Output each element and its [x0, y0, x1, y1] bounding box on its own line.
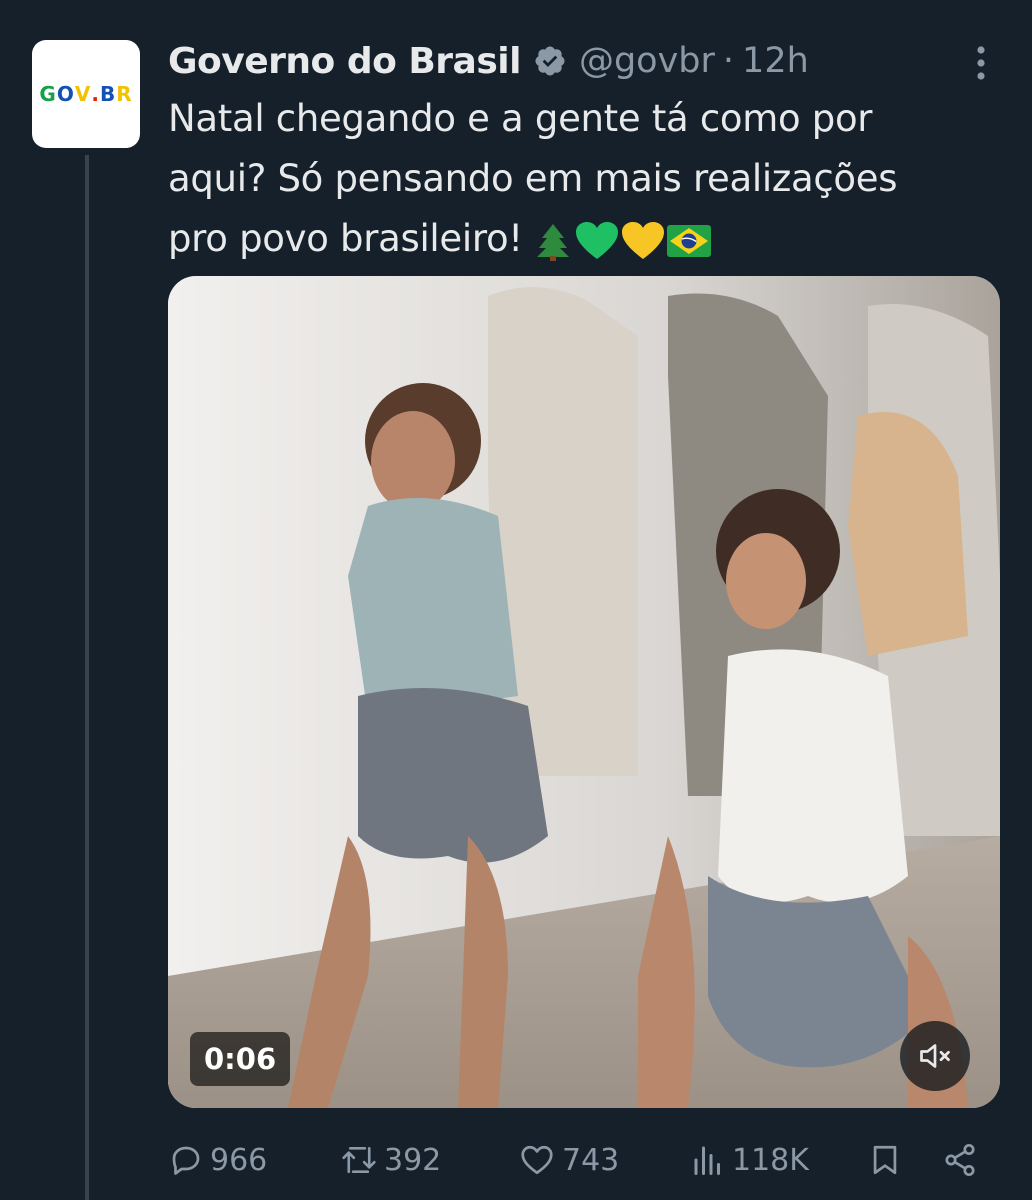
thread-line: [85, 155, 89, 1200]
like-count: 743: [562, 1142, 620, 1178]
share-icon: [945, 1143, 975, 1177]
logo-letter-b: B: [99, 82, 117, 106]
logo-letter-g: G: [39, 82, 57, 106]
tweet-text-line-3: pro povo brasileiro!: [168, 217, 523, 260]
repost-count: 392: [384, 1142, 442, 1178]
author-name[interactable]: Governo do Brasil: [168, 41, 521, 82]
emoji-row: [533, 221, 711, 261]
logo-letter-v: V: [74, 82, 92, 106]
reply-icon: [172, 1146, 200, 1175]
video-player[interactable]: 0:06: [168, 276, 1000, 1108]
views-button[interactable]: 118K: [690, 1135, 809, 1185]
tweet-text-line-2: aqui? Só pensando em mais realizações: [168, 157, 898, 200]
bookmark-button[interactable]: [868, 1135, 902, 1185]
christmas-tree-icon: [536, 223, 569, 261]
yellow-heart-icon: [621, 221, 664, 259]
avatar[interactable]: G O V . B R: [32, 40, 140, 148]
video-duration: 0:06: [190, 1032, 291, 1086]
logo-letter-o: O: [56, 82, 75, 106]
verified-badge-icon: [533, 44, 567, 78]
logo-dot: .: [91, 82, 100, 106]
author-handle[interactable]: @govbr: [579, 41, 715, 81]
reply-button[interactable]: 966: [168, 1135, 267, 1185]
bookmark-icon: [873, 1145, 897, 1175]
logo-letter-r: R: [116, 82, 133, 106]
brazil-flag-icon: [666, 224, 711, 257]
views-icon: [694, 1146, 720, 1175]
green-heart-icon: [575, 221, 618, 259]
views-count: 118K: [732, 1142, 809, 1178]
separator-dot: ·: [722, 41, 735, 81]
repost-icon: [342, 1146, 376, 1174]
tweet-header: Governo do Brasil @govbr · 12h: [168, 36, 809, 86]
tweet-text: Natal chegando e a gente tá como por aqu…: [168, 89, 988, 269]
timestamp[interactable]: 12h: [742, 41, 809, 81]
more-options-icon[interactable]: [966, 42, 996, 84]
like-button[interactable]: 743: [518, 1135, 619, 1185]
repost-button[interactable]: 392: [340, 1135, 441, 1185]
tweet-text-line-1: Natal chegando e a gente tá como por: [168, 97, 873, 140]
tweet-text-line-3-wrap: pro povo brasileiro!: [168, 209, 988, 269]
heart-icon: [521, 1145, 553, 1175]
share-button[interactable]: [942, 1135, 978, 1185]
govbr-logo: G O V . B R: [39, 82, 132, 106]
tweet[interactable]: G O V . B R Governo do Brasil @govbr · 1…: [0, 0, 1032, 1200]
reply-count: 966: [210, 1142, 268, 1178]
video-frame: [168, 276, 1000, 1108]
action-bar: 966 392 743 118K: [168, 1135, 1000, 1185]
speaker-muted-icon[interactable]: [900, 1021, 970, 1091]
